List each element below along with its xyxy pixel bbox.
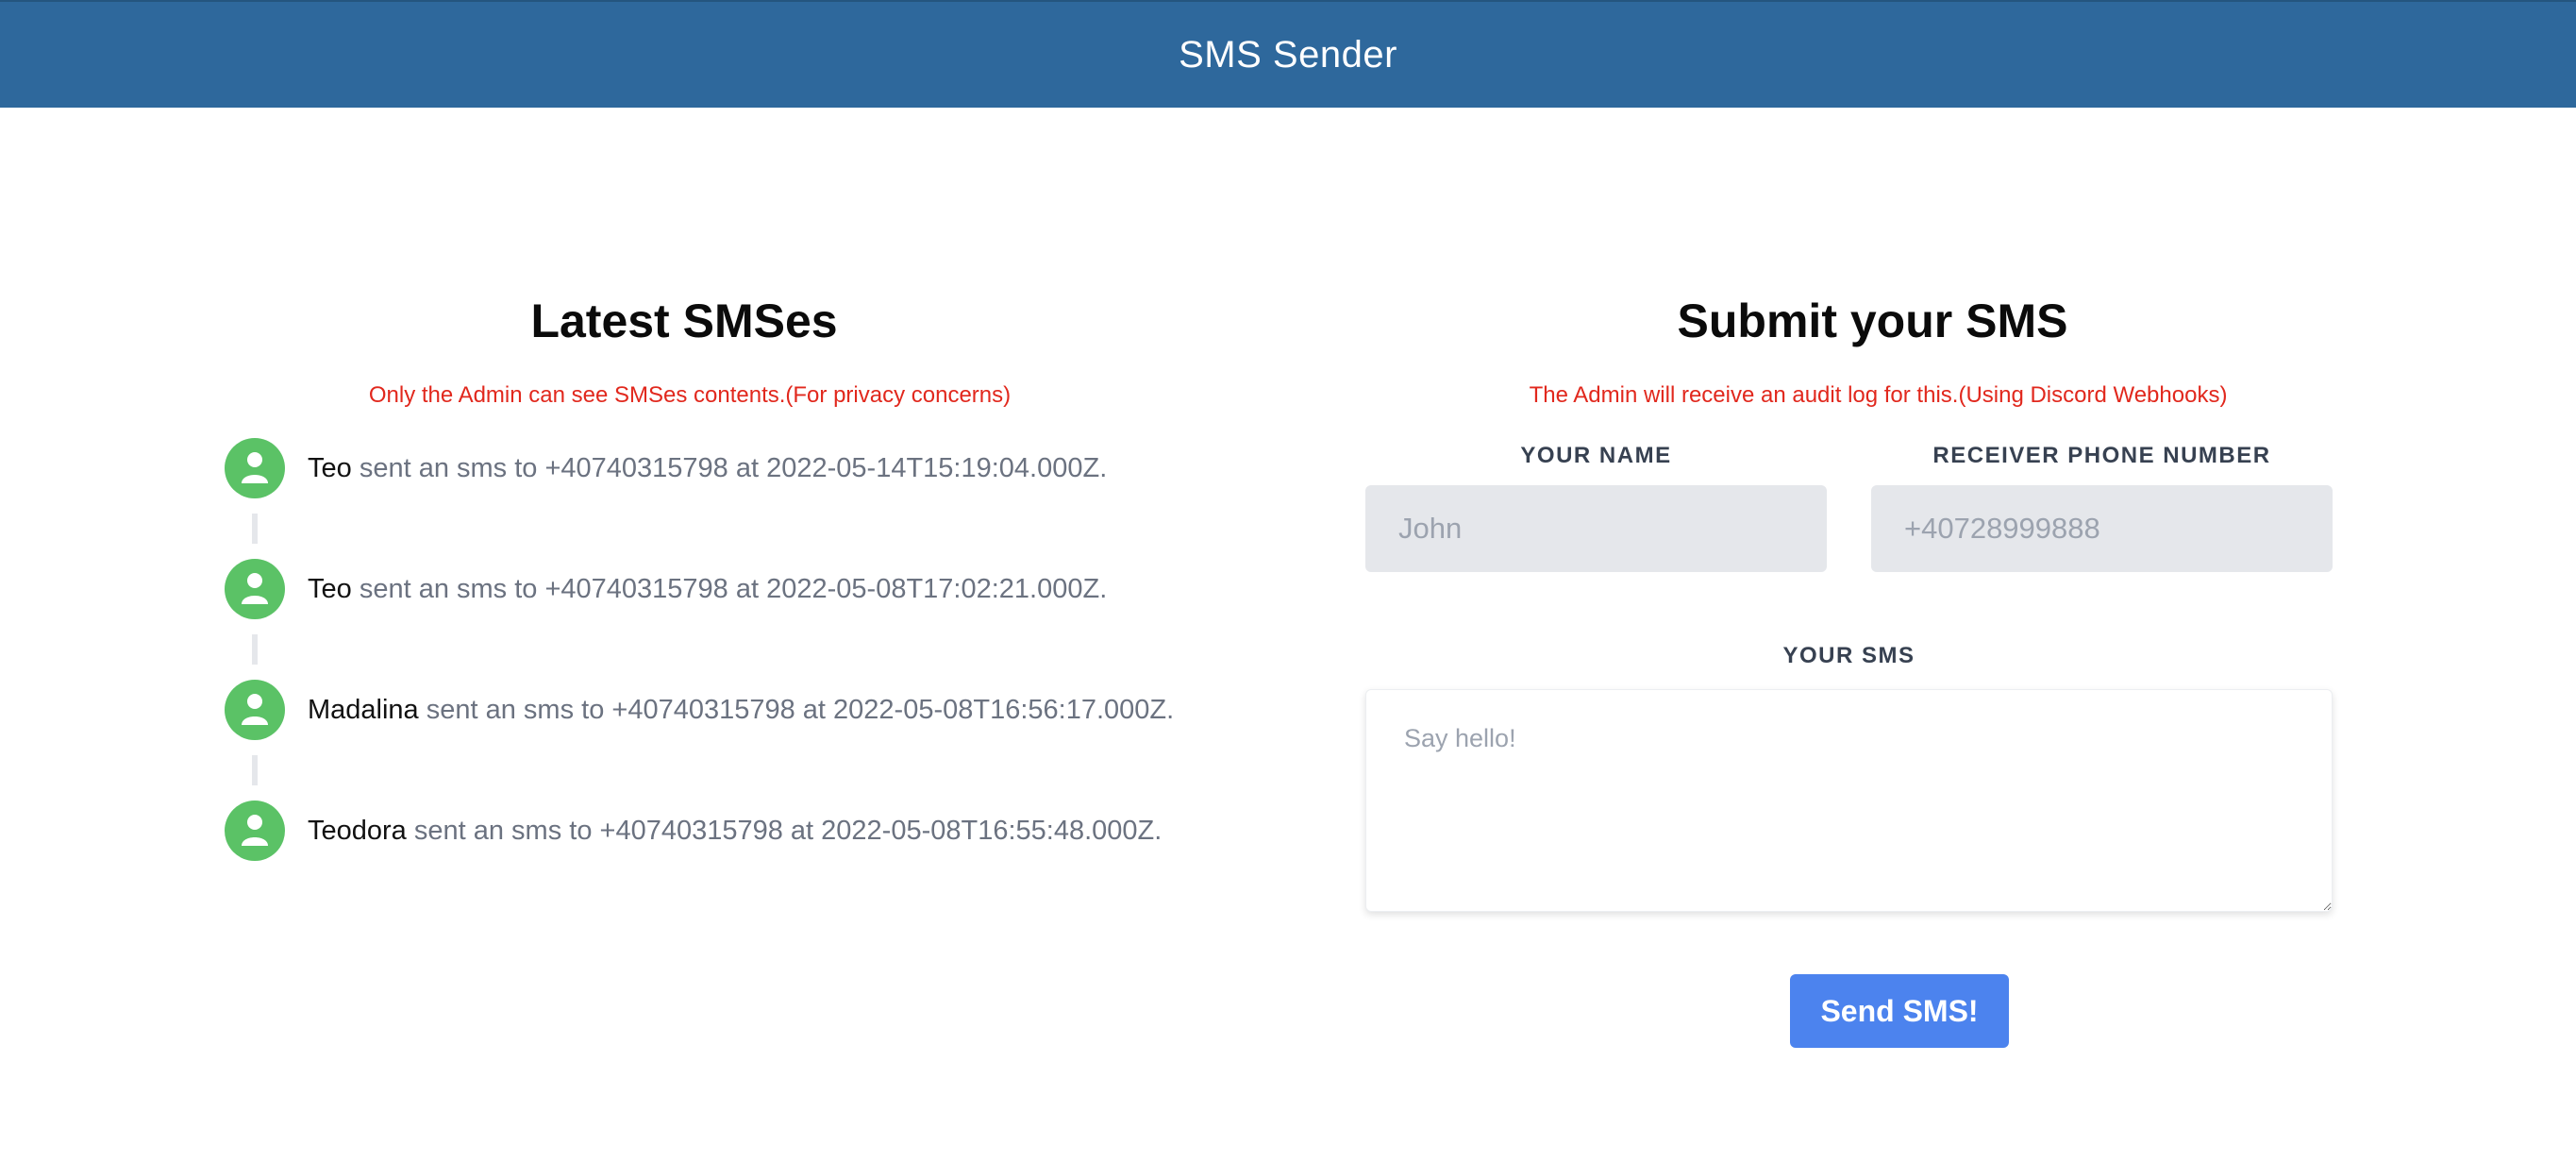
user-icon <box>225 680 285 740</box>
timeline-item: Teo sent an sms to +40740315798 at 2022-… <box>225 438 1291 498</box>
latest-smses-title: Latest SMSes <box>530 295 838 347</box>
app-header: SMS Sender <box>0 0 2576 108</box>
user-icon <box>225 801 285 861</box>
privacy-warning: Only the Admin can see SMSes contents.(F… <box>368 382 1012 408</box>
timeline-connector <box>252 634 258 665</box>
sender-name: Madalina <box>308 694 419 725</box>
sms-details: sent an sms to +40740315798 at 2022-05-0… <box>351 573 1108 604</box>
your-name-label: YOUR NAME <box>1520 443 1672 468</box>
your-name-input[interactable] <box>1365 485 1827 572</box>
timeline-item-text: Teo sent an sms to +40740315798 at 2022-… <box>308 574 1107 605</box>
user-icon <box>225 438 285 498</box>
submit-sms-title: Submit your SMS <box>1677 295 2068 347</box>
sms-textarea[interactable] <box>1365 689 2333 912</box>
timeline-item-text: Madalina sent an sms to +40740315798 at … <box>308 695 1174 726</box>
send-sms-button[interactable]: Send SMS! <box>1790 974 2009 1048</box>
sender-name: Teo <box>308 573 352 604</box>
audit-warning: The Admin will receive an audit log for … <box>1529 382 2228 408</box>
timeline-item: Teo sent an sms to +40740315798 at 2022-… <box>225 559 1291 619</box>
timeline-item: Teodora sent an sms to +40740315798 at 2… <box>225 801 1291 861</box>
sms-details: sent an sms to +40740315798 at 2022-05-0… <box>418 694 1175 725</box>
timeline-item-text: Teodora sent an sms to +40740315798 at 2… <box>308 816 1162 847</box>
user-icon <box>225 559 285 619</box>
sms-details: sent an sms to +40740315798 at 2022-05-0… <box>406 815 1163 846</box>
timeline-item: Madalina sent an sms to +40740315798 at … <box>225 680 1291 740</box>
timeline-connector <box>252 755 258 785</box>
your-sms-label: YOUR SMS <box>1782 643 1915 668</box>
timeline-item-text: Teo sent an sms to +40740315798 at 2022-… <box>308 453 1107 484</box>
sender-name: Teodora <box>308 815 407 846</box>
app-title: SMS Sender <box>1179 33 1397 76</box>
sms-details: sent an sms to +40740315798 at 2022-05-1… <box>351 452 1108 483</box>
timeline-connector <box>252 514 258 544</box>
receiver-phone-label: RECEIVER PHONE NUMBER <box>1932 443 2271 468</box>
sender-name: Teo <box>308 452 352 483</box>
receiver-phone-input[interactable] <box>1871 485 2333 572</box>
